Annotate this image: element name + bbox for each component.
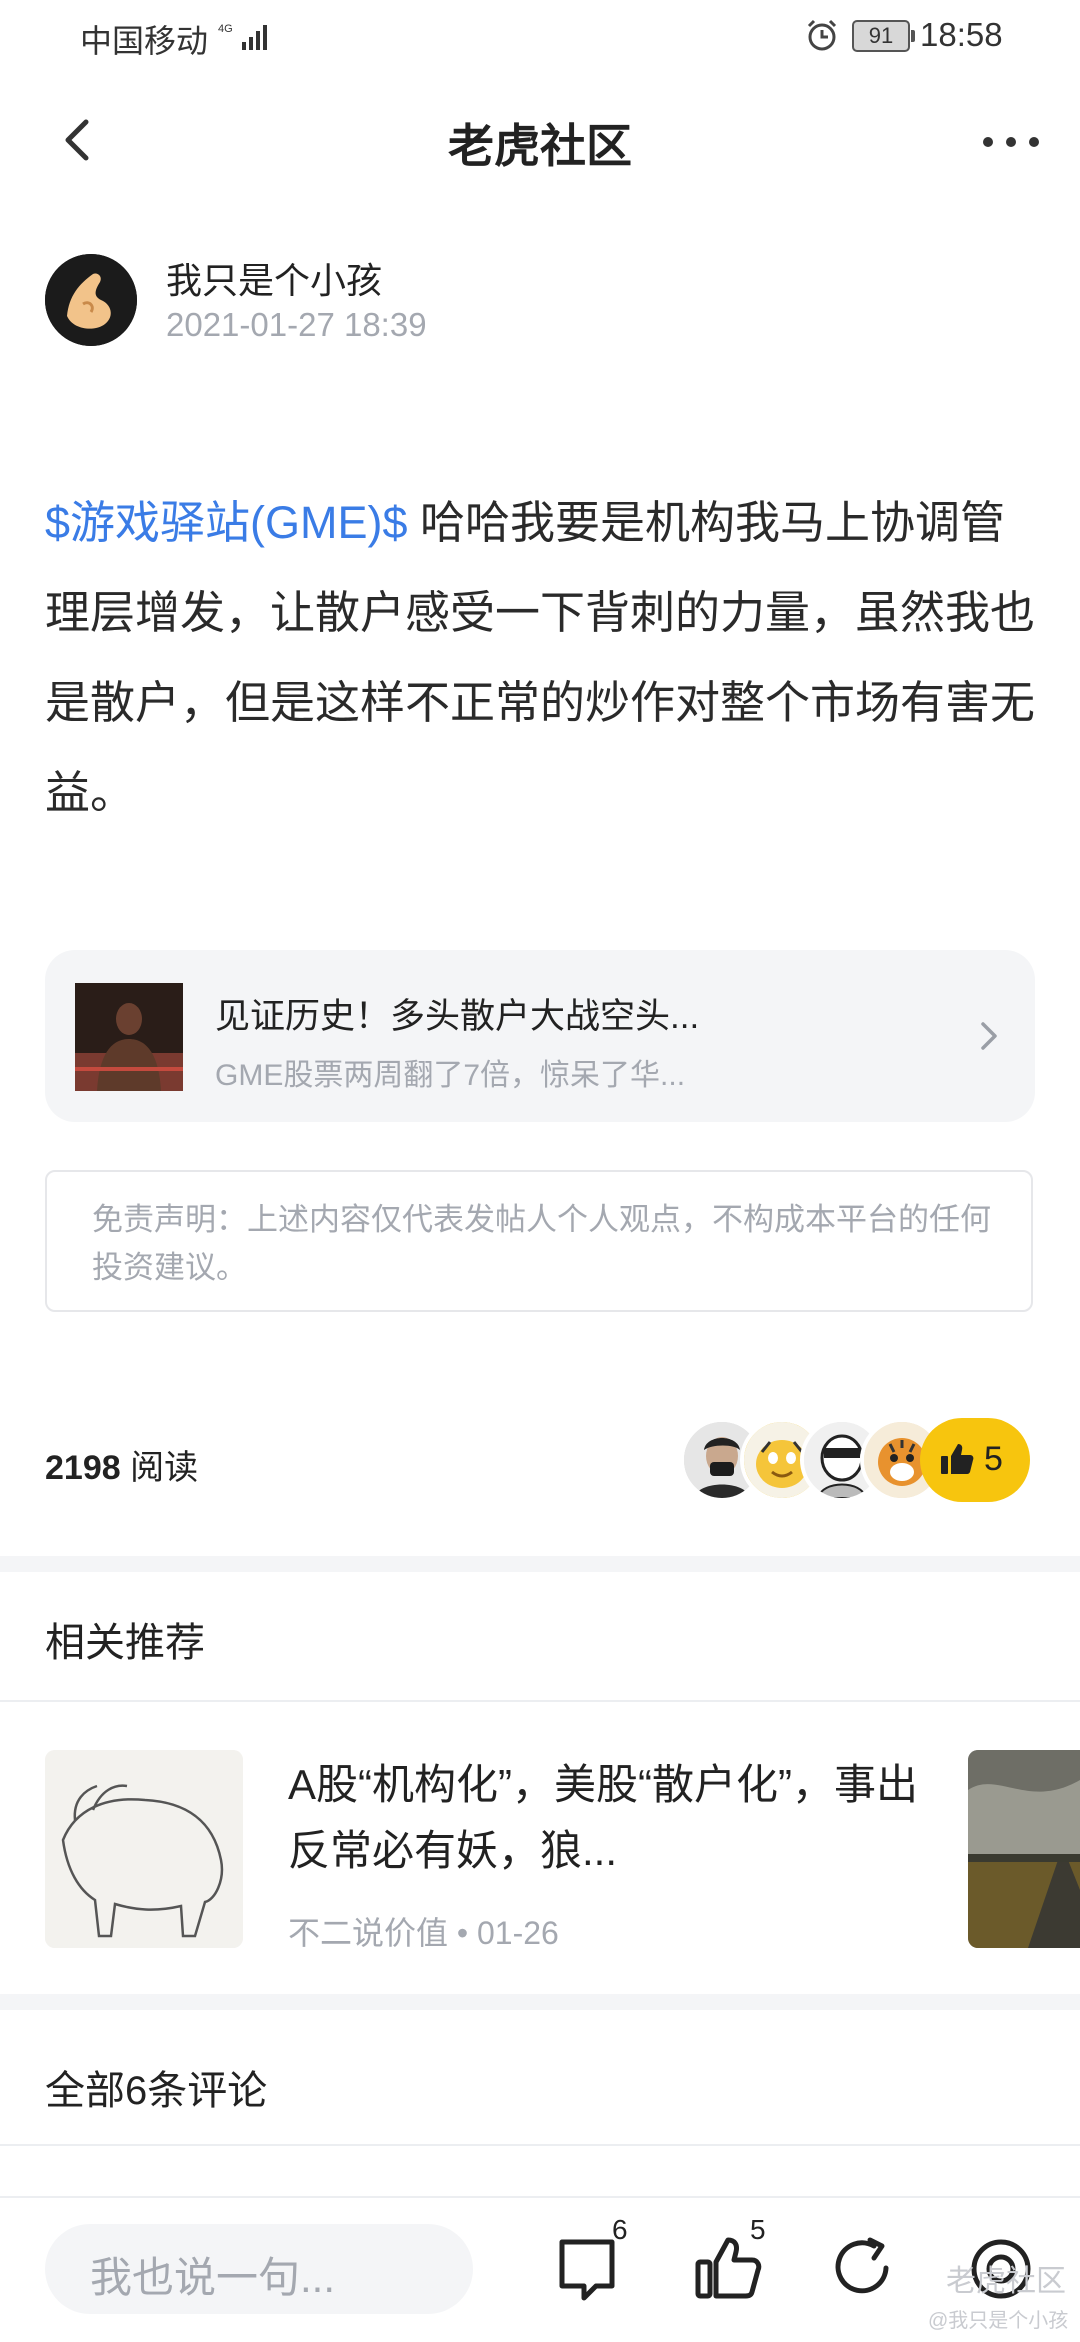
related-article-thumbnail-next[interactable] (968, 1750, 1080, 1948)
chevron-right-icon (975, 1016, 1005, 1056)
signal-icon: 4G (218, 20, 274, 57)
divider (0, 2144, 1080, 2146)
like-count: 5 (984, 1440, 1003, 1478)
related-section-title: 相关推荐 (45, 1621, 205, 1665)
like-button[interactable]: 5 (920, 1418, 1030, 1502)
status-bar: 中国移动 4G 91 18:58 (0, 0, 1080, 76)
svg-text:4G: 4G (218, 23, 233, 35)
linked-article-card[interactable]: 见证历史！多头散户大战空头... GME股票两周翻了7倍，惊呆了华... (45, 950, 1035, 1122)
more-icon[interactable] (976, 112, 1046, 172)
comment-input-placeholder: 我也说一句... (90, 2254, 336, 2301)
divider (0, 1700, 1080, 1702)
disclaimer-box: 免责声明：上述内容仅代表发帖人个人观点，不构成本平台的任何投资建议。 (45, 1170, 1033, 1312)
battery-indicator: 91 (852, 20, 915, 52)
status-time: 18:58 (920, 16, 1003, 53)
author-avatar[interactable] (45, 254, 137, 346)
linked-article-thumbnail (75, 983, 183, 1091)
linked-article-subtitle: GME股票两周翻了7倍，惊呆了华... (215, 1059, 686, 1092)
read-count: 2198 阅读 (45, 1440, 198, 1489)
comments-section-title: 全部6条评论 (45, 2069, 268, 2113)
watermark-user: @我只是个小孩 (928, 2310, 1069, 2332)
stock-ticker-link[interactable]: $游戏驿站(GME)$ (45, 497, 408, 548)
post-content: $游戏驿站(GME)$ 哈哈我要是机构我马上协调管理层增发，让散户感受一下背刺的… (45, 478, 1035, 838)
post-timestamp: 2021-01-27 18:39 (166, 306, 427, 343)
page-title: 老虎社区 (448, 120, 632, 172)
related-article-title[interactable]: A股“机构化”，美股“散户化”，事出反常必有妖，狼... (288, 1752, 928, 1884)
read-count-number: 2198 (45, 1449, 121, 1487)
linked-article-title: 见证历史！多头散户大战空头... (215, 997, 700, 1036)
watermark-text: 老虎社区 (946, 2265, 1066, 2298)
related-article-source: 不二说价值 (288, 1915, 449, 1951)
carrier-name: 中国移动 (80, 23, 209, 59)
like-count-badge: 5 (750, 2214, 766, 2245)
related-article-meta: 不二说价值 • 01-26 (288, 1915, 559, 1951)
bottom-action-bar: 我也说一句... 6 5 老虎社区 @我只是个小孩 (0, 2196, 1080, 2342)
related-article-date: 01-26 (477, 1915, 559, 1951)
comment-input[interactable]: 我也说一句... (45, 2224, 473, 2314)
section-divider (0, 1994, 1080, 2010)
thumbs-up-icon (938, 1440, 976, 1483)
related-article-thumbnail[interactable] (45, 1750, 243, 1948)
comment-count-badge: 6 (612, 2214, 628, 2245)
share-icon[interactable] (830, 2234, 900, 2304)
alarm-icon (804, 18, 840, 59)
section-divider (0, 1556, 1080, 1572)
read-count-label: 阅读 (130, 1449, 199, 1487)
disclaimer-text: 免责声明：上述内容仅代表发帖人个人观点，不构成本平台的任何投资建议。 (92, 1202, 991, 1285)
author-name[interactable]: 我只是个小孩 (166, 252, 382, 304)
